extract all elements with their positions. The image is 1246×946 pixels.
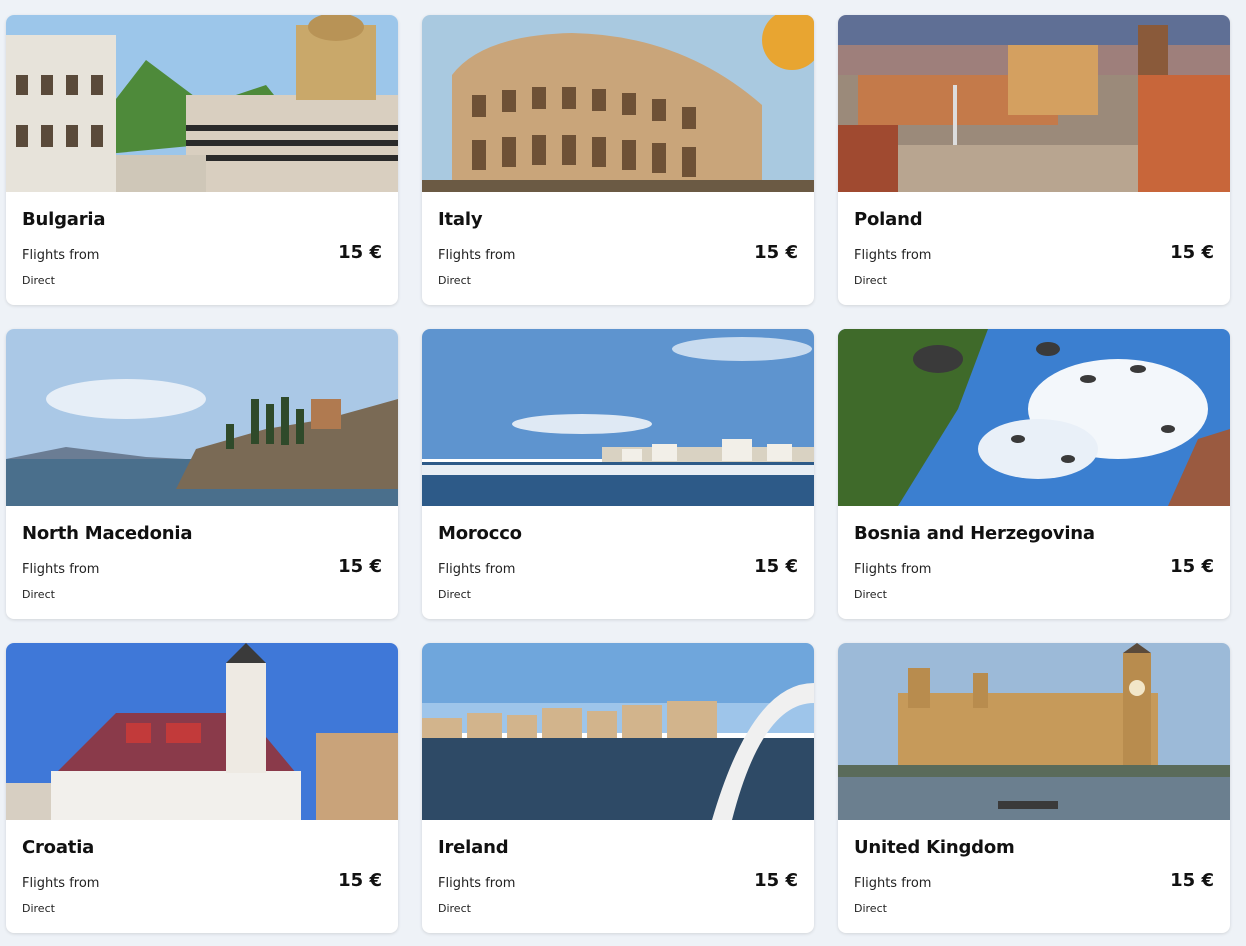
stops-label: Direct	[22, 902, 55, 915]
stops-label: Direct	[854, 902, 887, 915]
stops-label: Direct	[854, 274, 887, 287]
stops-label: Direct	[438, 274, 471, 287]
destination-image	[838, 15, 1230, 192]
destination-card-ireland[interactable]: Ireland Flights from 15 € Direct	[422, 643, 814, 933]
price: 15 €	[754, 870, 798, 891]
flights-from-label: Flights from	[438, 876, 516, 891]
destination-name: Bulgaria	[22, 209, 106, 230]
destination-card-poland[interactable]: Poland Flights from 15 € Direct	[838, 15, 1230, 305]
stops-label: Direct	[854, 588, 887, 601]
flights-from-label: Flights from	[22, 248, 100, 263]
destination-card-italy[interactable]: Italy Flights from 15 € Direct	[422, 15, 814, 305]
destination-name: Italy	[438, 209, 483, 230]
destination-image	[838, 329, 1230, 506]
stops-label: Direct	[438, 902, 471, 915]
destination-name: United Kingdom	[854, 837, 1015, 858]
price: 15 €	[754, 556, 798, 577]
destination-image	[6, 15, 398, 192]
flights-from-label: Flights from	[854, 562, 932, 577]
destination-card-morocco[interactable]: Morocco Flights from 15 € Direct	[422, 329, 814, 619]
destination-card-bosnia-and-herzegovina[interactable]: Bosnia and Herzegovina Flights from 15 €…	[838, 329, 1230, 619]
destination-grid: Bulgaria Flights from 15 € Direct Italy …	[6, 15, 1230, 933]
destination-name: Croatia	[22, 837, 95, 858]
destination-image	[422, 329, 814, 506]
destination-card-bulgaria[interactable]: Bulgaria Flights from 15 € Direct	[6, 15, 398, 305]
price: 15 €	[338, 556, 382, 577]
price: 15 €	[1170, 556, 1214, 577]
flights-from-label: Flights from	[22, 876, 100, 891]
destination-card-croatia[interactable]: Croatia Flights from 15 € Direct	[6, 643, 398, 933]
destination-image	[6, 329, 398, 506]
destination-name: North Macedonia	[22, 523, 193, 544]
destination-card-united-kingdom[interactable]: United Kingdom Flights from 15 € Direct	[838, 643, 1230, 933]
price: 15 €	[338, 870, 382, 891]
destination-card-north-macedonia[interactable]: North Macedonia Flights from 15 € Direct	[6, 329, 398, 619]
destination-name: Ireland	[438, 837, 509, 858]
destination-image	[838, 643, 1230, 820]
stops-label: Direct	[22, 274, 55, 287]
destination-image	[422, 15, 814, 192]
stops-label: Direct	[22, 588, 55, 601]
flights-from-label: Flights from	[854, 248, 932, 263]
price: 15 €	[1170, 870, 1214, 891]
destination-image	[422, 643, 814, 820]
destination-name: Bosnia and Herzegovina	[854, 523, 1095, 544]
destination-name: Morocco	[438, 523, 522, 544]
flights-from-label: Flights from	[854, 876, 932, 891]
destination-image	[6, 643, 398, 820]
destination-name: Poland	[854, 209, 923, 230]
price: 15 €	[1170, 242, 1214, 263]
price: 15 €	[338, 242, 382, 263]
stops-label: Direct	[438, 588, 471, 601]
price: 15 €	[754, 242, 798, 263]
flights-from-label: Flights from	[438, 248, 516, 263]
flights-from-label: Flights from	[22, 562, 100, 577]
flights-from-label: Flights from	[438, 562, 516, 577]
